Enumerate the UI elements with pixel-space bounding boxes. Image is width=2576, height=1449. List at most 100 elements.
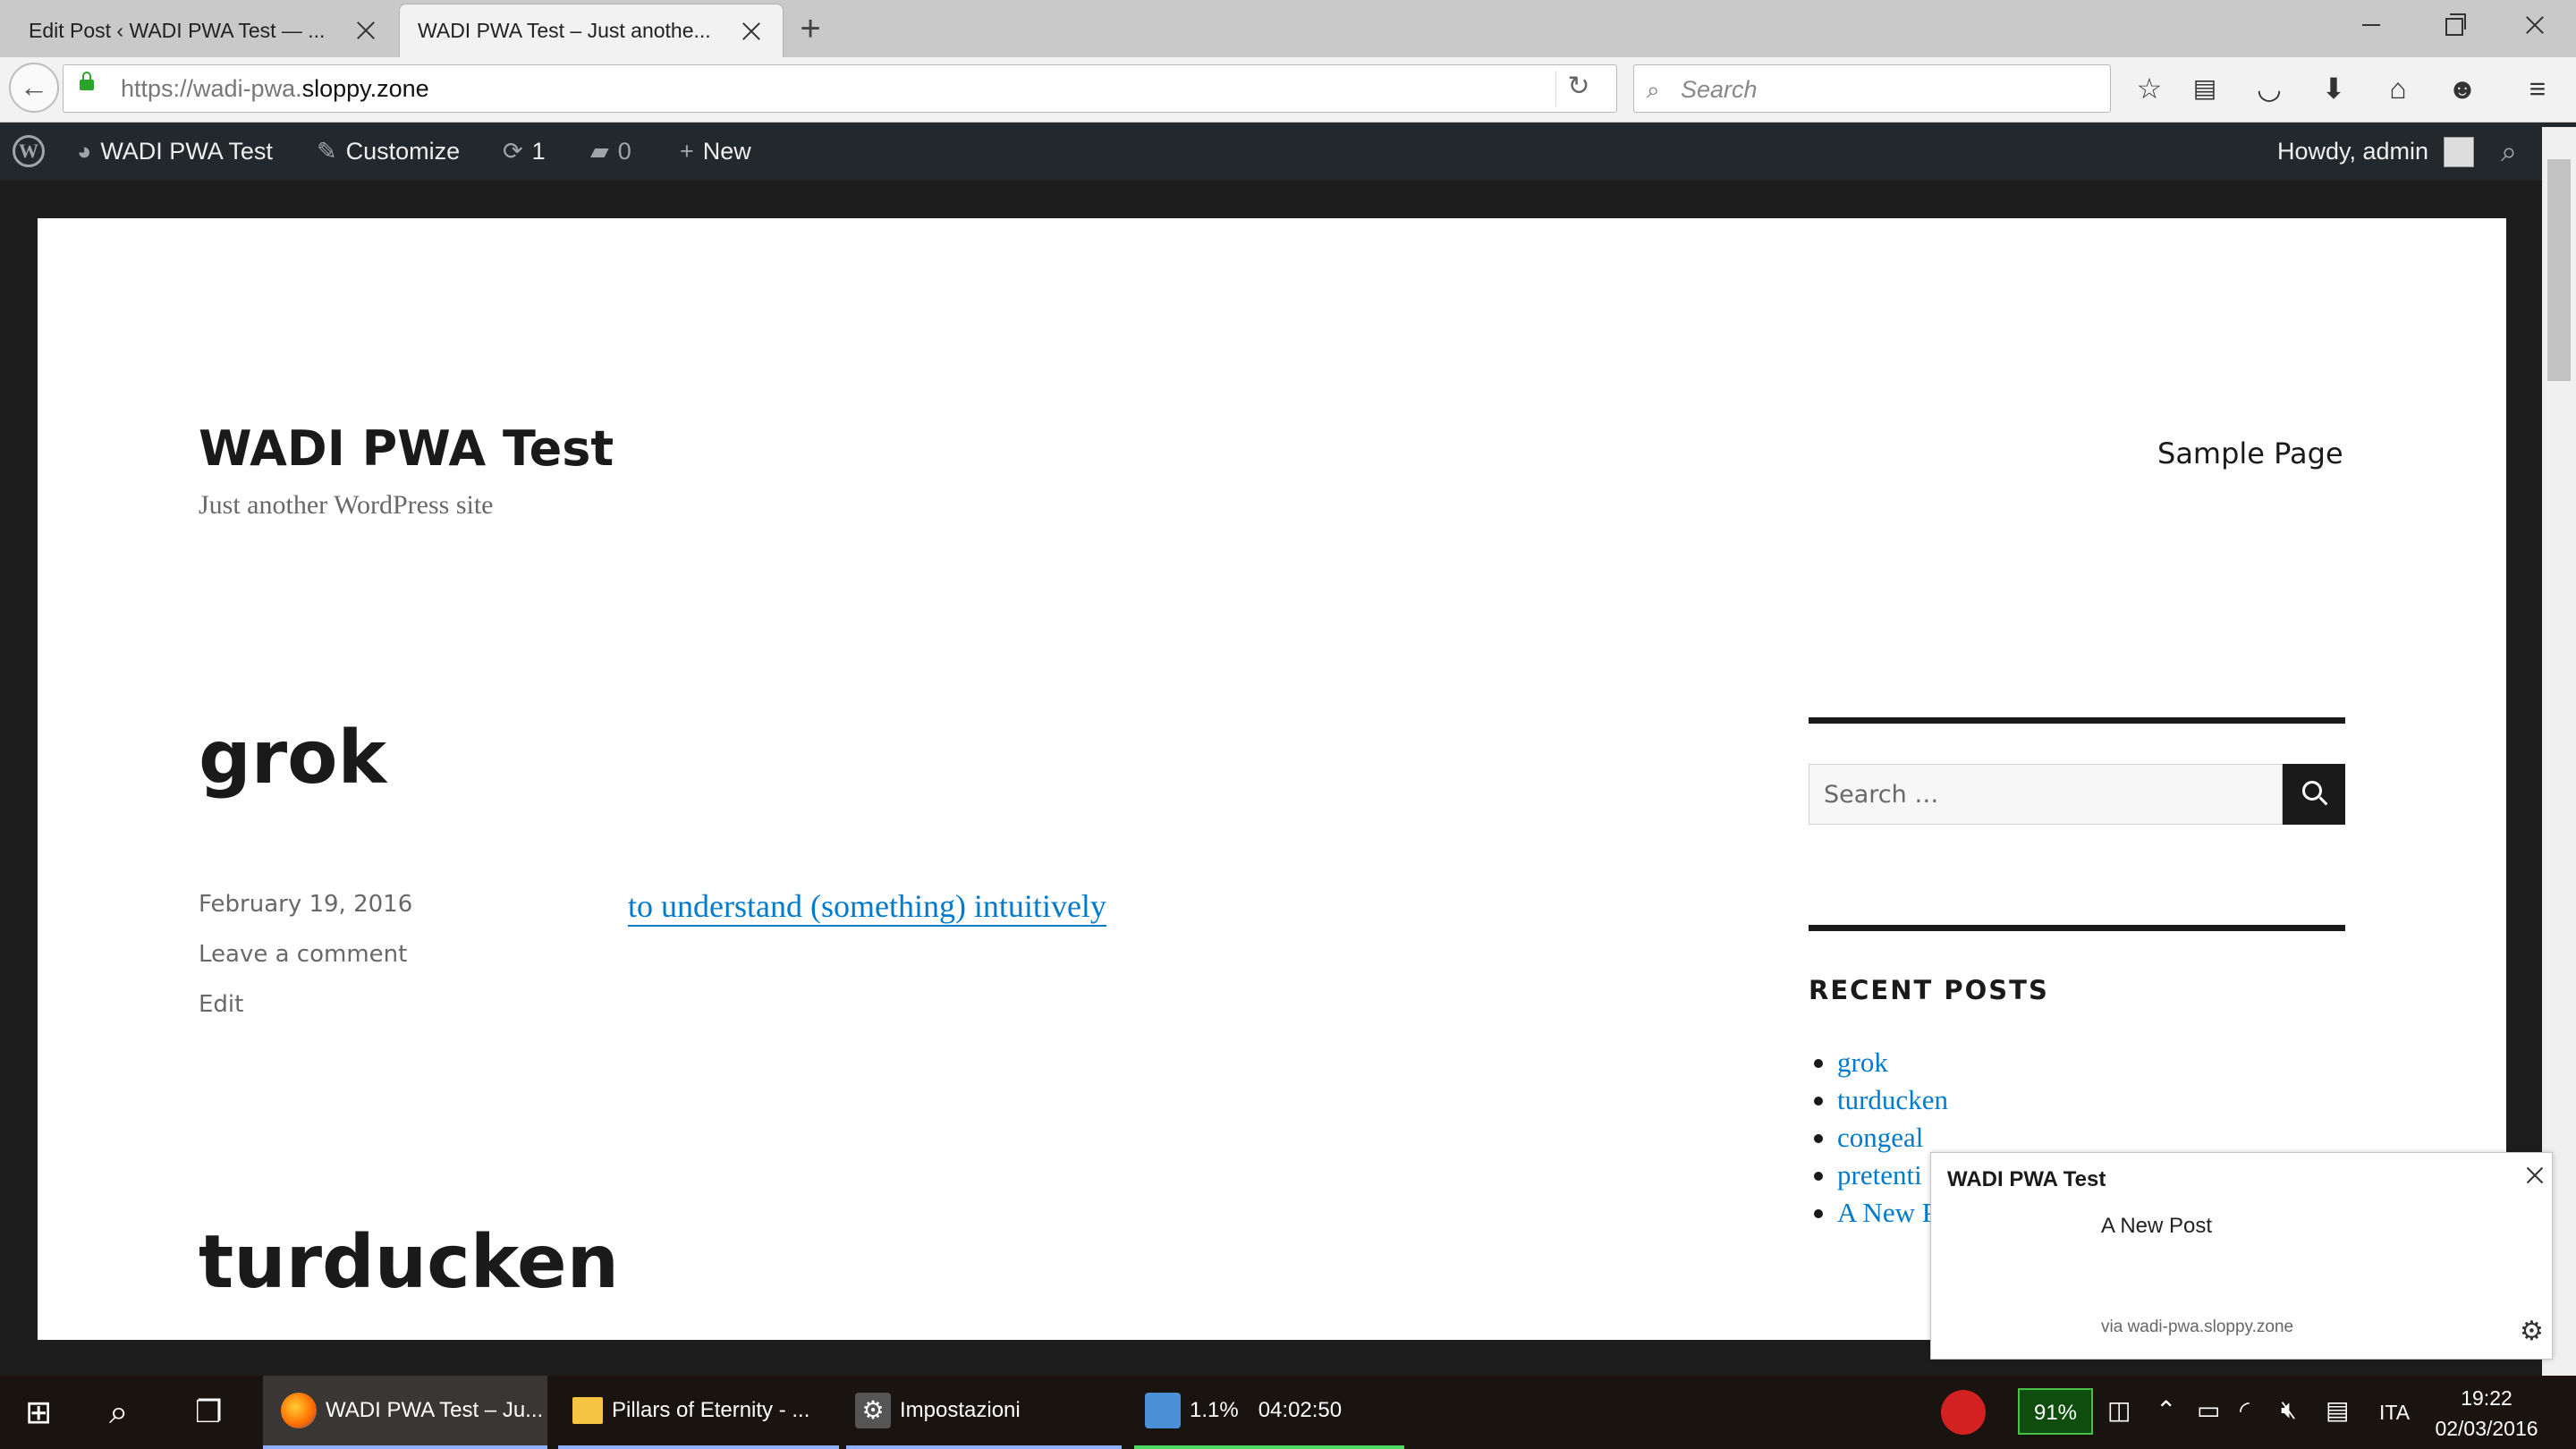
sidebar-divider [1809, 925, 2345, 931]
home-icon[interactable]: ⌂ [2377, 68, 2419, 109]
recent-post-link[interactable]: pretenti [1814, 1159, 1922, 1191]
admin-bar-new-label: New [702, 138, 751, 165]
tray-app-icon[interactable]: ◫ [2107, 1395, 2131, 1425]
recent-post-link[interactable]: congeal [1813, 1122, 1923, 1154]
antivirus-tray-icon[interactable] [1941, 1390, 1986, 1435]
taskbar-settings[interactable]: ⚙ Impostazioni [846, 1376, 1122, 1449]
admin-bar-comments[interactable]: ▰ 0 [590, 123, 631, 180]
wifi-icon[interactable]: ◜ [2240, 1395, 2250, 1425]
edit-post-link[interactable]: Edit [199, 991, 243, 1018]
paintbrush-icon: ✎ [317, 138, 337, 165]
taskbar-clock[interactable]: 19:22 02/03/2016 [2433, 1383, 2540, 1444]
taskbar-app-label: Impostazioni [900, 1398, 1021, 1422]
task-view-icon[interactable]: ❐ [195, 1376, 222, 1449]
wordpress-logo-icon[interactable]: W [13, 135, 45, 167]
chevron-up-icon[interactable]: ⌃ [2156, 1395, 2176, 1425]
tab-edit-post[interactable]: Edit Post ‹ WADI PWA Test — ... [11, 4, 397, 57]
post-title[interactable]: grok [199, 716, 386, 801]
notification-settings-gear-icon[interactable]: ⚙ [2520, 1316, 2544, 1347]
avatar[interactable] [2444, 137, 2474, 167]
site-description: Just another WordPress site [199, 490, 494, 520]
post-date[interactable]: February 19, 2016 [199, 891, 412, 918]
url-domain: sloppy.zone [301, 75, 429, 102]
hello-smiley-icon[interactable]: ☻ [2442, 68, 2483, 109]
windows-taskbar: ⊞ ⌕ ❐ WADI PWA Test – Ju... Pillars of E… [0, 1376, 2576, 1449]
admin-search-icon[interactable]: ⌕ [2501, 123, 2517, 180]
reload-icon[interactable]: ↻ [1555, 71, 1601, 106]
admin-bar-site[interactable]: ◕ WADI PWA Test [77, 123, 273, 180]
windows-start-icon[interactable]: ⊞ [25, 1376, 52, 1449]
clock-date: 02/03/2016 [2435, 1417, 2538, 1440]
folder-icon [572, 1397, 603, 1424]
browser-tab-strip: Edit Post ‹ WADI PWA Test — ... WADI PWA… [0, 0, 2576, 57]
battery-icon[interactable]: ▭ [2197, 1395, 2220, 1425]
menu-item-sample-page[interactable]: Sample Page [2157, 436, 2343, 470]
cpu-usage: 1.1% [1190, 1398, 1239, 1422]
recent-post-link[interactable]: turducken [1814, 1084, 1948, 1116]
clock-time: 19:22 [2461, 1386, 2512, 1410]
taskbar-app-label: WADI PWA Test – Ju... [326, 1398, 544, 1422]
download-icon[interactable]: ⬇ [2313, 68, 2354, 109]
tab-close-icon[interactable] [352, 17, 379, 44]
updates-count: 1 [531, 138, 546, 165]
admin-bar-customize[interactable]: ✎ Customize [317, 123, 460, 180]
browser-search-input[interactable]: ⌕ Search [1633, 64, 2111, 113]
sidebar-search-input[interactable]: Search … [1809, 764, 2283, 825]
notification-body: A New Post [2101, 1214, 2213, 1238]
sidebar-search-button[interactable] [2283, 764, 2345, 825]
search-placeholder: Search [1681, 76, 1758, 103]
language-indicator[interactable]: ITA [2379, 1401, 2410, 1425]
uptime: 04:02:50 [1258, 1398, 1343, 1422]
window-restore-button[interactable] [2410, 0, 2496, 50]
reading-list-icon[interactable]: ▤ [2184, 68, 2225, 109]
taskbar-firefox[interactable]: WADI PWA Test – Ju... [263, 1376, 547, 1449]
taskbar-file-explorer[interactable]: Pillars of Eternity - ... [558, 1376, 839, 1449]
tab-title: Edit Post ‹ WADI PWA Test — ... [29, 18, 326, 42]
plus-icon: + [680, 138, 694, 165]
notification-title: WADI PWA Test [1947, 1167, 2106, 1191]
menu-hamburger-icon[interactable]: ≡ [2517, 68, 2558, 109]
admin-bar-new[interactable]: + New [680, 123, 751, 180]
firefox-icon [281, 1393, 317, 1428]
search-icon: ⌕ [1647, 76, 1660, 103]
recent-post-link[interactable]: A New P [1814, 1197, 1937, 1229]
window-minimize-button[interactable] [2327, 0, 2413, 50]
site-title[interactable]: WADI PWA Test [199, 420, 614, 477]
tab-title: WADI PWA Test – Just anothe... [418, 19, 711, 42]
url-text[interactable]: https://wadi-pwa.sloppy.zone [121, 75, 429, 103]
leave-comment-link[interactable]: Leave a comment [199, 941, 407, 968]
post-title[interactable]: turducken [199, 1220, 619, 1305]
back-button[interactable]: ← [9, 63, 59, 113]
tab-wadi-pwa-test[interactable]: WADI PWA Test – Just anothe... [399, 4, 784, 57]
battery-meter[interactable]: 91% [2018, 1388, 2093, 1435]
pocket-icon[interactable]: ◡ [2249, 68, 2290, 109]
dashboard-icon: ◕ [77, 138, 92, 165]
new-tab-icon[interactable]: + [791, 9, 830, 48]
notification-source: via wadi-pwa.sloppy.zone [2101, 1318, 2294, 1336]
post-excerpt-link[interactable]: to understand (something) intuitively [628, 887, 1106, 927]
action-center-icon[interactable]: ▤ [2326, 1395, 2349, 1425]
admin-bar-updates[interactable]: ⟳ 1 [503, 123, 546, 180]
bookmark-star-icon[interactable]: ☆ [2129, 68, 2170, 109]
tab-close-icon[interactable] [738, 18, 765, 45]
window-close-button[interactable] [2492, 0, 2576, 50]
notification-close-icon[interactable] [2521, 1162, 2548, 1189]
lock-icon [80, 72, 94, 90]
taskbar-app-label: Pillars of Eternity - ... [612, 1398, 810, 1422]
admin-bar-customize-label: Customize [345, 138, 461, 165]
gear-icon: ⚙ [855, 1393, 891, 1428]
updates-icon: ⟳ [503, 138, 523, 165]
admin-bar-site-label: WADI PWA Test [100, 138, 273, 165]
admin-bar-howdy[interactable]: Howdy, admin [2277, 123, 2428, 180]
taskbar-system-monitor[interactable]: 1.1% 04:02:50 [1134, 1376, 1404, 1449]
scrollbar-thumb[interactable] [2547, 159, 2571, 381]
comments-count: 0 [617, 138, 631, 165]
search-icon[interactable]: ⌕ [109, 1376, 128, 1449]
recent-post-link[interactable]: grok [1814, 1046, 1888, 1079]
web-push-notification[interactable]: WADI PWA Test A New Post via wadi-pwa.sl… [1930, 1152, 2553, 1360]
wp-admin-bar: W ◕ WADI PWA Test ✎ Customize ⟳ 1 ▰ 0 + New H… [0, 123, 2576, 180]
monitor-icon [1145, 1393, 1181, 1428]
recent-posts-heading: RECENT POSTS [1809, 975, 2049, 1005]
url-bar[interactable]: https://wadi-pwa.sloppy.zone ↻ [63, 64, 1617, 113]
volume-muted-icon[interactable]: 🔇︎ [2281, 1395, 2297, 1425]
